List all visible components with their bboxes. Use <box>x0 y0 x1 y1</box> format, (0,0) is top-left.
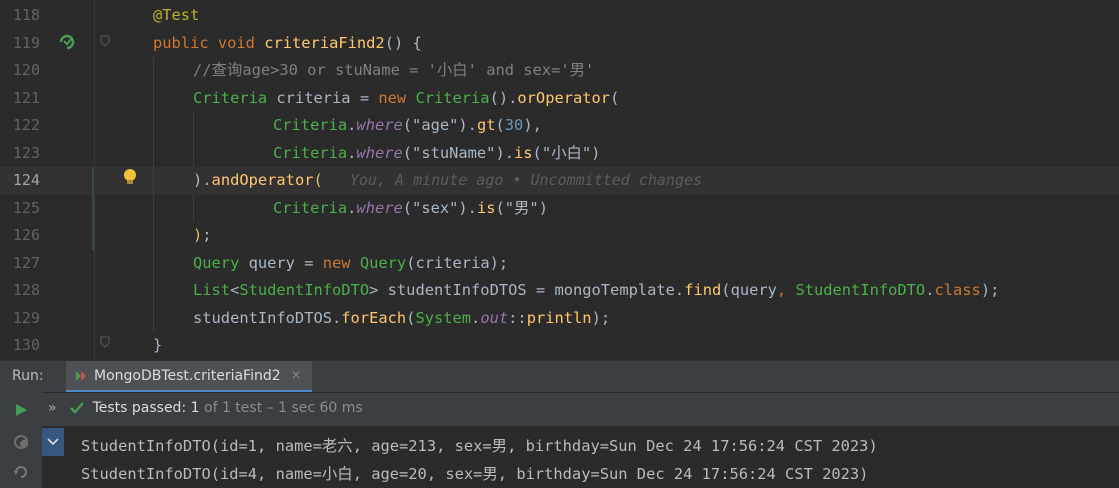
code-line[interactable]: 123 Criteria.where("stuName").is("小白") <box>0 140 1119 168</box>
code-text: Criteria.where("age").gt(30), <box>273 116 542 134</box>
line-number: 125 <box>12 198 40 217</box>
line-number: 129 <box>12 308 40 327</box>
line-number: 124 <box>12 171 40 189</box>
code-text: @Test <box>153 6 200 24</box>
code-line[interactable]: 130} <box>0 332 1119 360</box>
code-text: ).andOperator( You, A minute ago • Uncom… <box>193 171 703 189</box>
code-text: Criteria.where("stuName").is("小白") <box>273 143 601 162</box>
close-tab-icon[interactable]: × <box>291 368 302 383</box>
code-text: public void criteriaFind2() { <box>153 33 422 52</box>
code-text: ); <box>193 226 212 244</box>
line-number: 120 <box>12 61 40 79</box>
line-number: 128 <box>12 281 40 299</box>
fold-marker-icon[interactable] <box>100 35 110 47</box>
code-line[interactable]: 118 @Test <box>0 2 1119 30</box>
git-blame-inlay: You, A minute ago • Uncommitted changes <box>322 171 703 189</box>
code-text: studentInfoDTOS.forEach(System.out::prin… <box>193 308 611 327</box>
run-side-toolbar <box>0 392 42 488</box>
indent-guide <box>193 112 194 167</box>
line-number: 122 <box>12 116 40 134</box>
code-editor[interactable]: 118 @Test 119 public void criteriaFind2() {… <box>0 0 1119 360</box>
rerun-failed-icon[interactable] <box>11 432 31 452</box>
code-line[interactable]: 119 public void criteriaFind2() { <box>0 30 1119 58</box>
fold-marker-icon[interactable] <box>100 336 110 348</box>
line-number: 130 <box>12 336 40 354</box>
line-number: 127 <box>12 253 40 272</box>
tests-detail: of 1 test – 1 sec 60 ms <box>204 400 363 416</box>
line-number: 118 <box>12 6 40 24</box>
code-line[interactable]: 129 studentInfoDTOS.forEach(System.out::p… <box>0 305 1119 333</box>
code-text: //查询age>30 or stuName = '小白' and sex='男' <box>193 61 595 79</box>
code-text: Criteria criteria = new Criteria().orOpe… <box>193 88 620 107</box>
run-tab-label: MongoDBTest.criteriaFind2 <box>94 367 281 384</box>
code-line[interactable]: 124 ).andOperator( You, A minute ago • Un… <box>0 167 1119 195</box>
code-line[interactable]: 127 Query query = new Query(criteria); <box>0 250 1119 278</box>
code-text: Query query = new Query(criteria); <box>193 253 509 272</box>
code-line[interactable]: 122 Criteria.where("age").gt(30), <box>0 112 1119 140</box>
line-number: 121 <box>12 88 40 107</box>
code-line[interactable]: 126); <box>0 222 1119 250</box>
tests-count: 1 <box>190 400 200 416</box>
code-line[interactable]: 121 Criteria criteria = new Criteria().or… <box>0 85 1119 113</box>
run-test-gutter-icon[interactable] <box>56 31 78 53</box>
test-status-line: » Tests passed: 1 of 1 test – 1 sec 60 m… <box>48 400 363 416</box>
line-number: 119 <box>12 33 40 52</box>
run-tab-bar: Run: MongoDBTest.criteriaFind2 × <box>0 360 1119 393</box>
test-tree-toggle[interactable] <box>42 428 64 456</box>
code-line[interactable]: 128 List<StudentInfoDTO> studentInfoDTOS … <box>0 277 1119 305</box>
lightbulb-icon[interactable] <box>121 167 139 187</box>
check-icon <box>69 400 85 416</box>
code-line[interactable]: 125 Criteria.where("sex").is("男") <box>0 195 1119 223</box>
chevron-down-icon <box>47 438 59 446</box>
expand-icon[interactable]: » <box>48 400 57 416</box>
console-line: StudentInfoDTO(id=4, name=小白, age=20, se… <box>81 465 869 483</box>
console-output[interactable]: StudentInfoDTO(id=1, name=老六, age=213, s… <box>42 426 1119 488</box>
toggle-auto-test-icon[interactable] <box>11 462 31 482</box>
line-number: 126 <box>12 226 40 244</box>
console-line: StudentInfoDTO(id=1, name=老六, age=213, s… <box>81 437 878 455</box>
code-text: List<StudentInfoDTO> studentInfoDTOS = m… <box>193 281 1000 299</box>
line-number: 123 <box>12 143 40 162</box>
run-label: Run: <box>12 368 44 384</box>
tests-passed-label: Tests passed: <box>92 400 187 416</box>
vcs-change-marker[interactable] <box>92 167 94 250</box>
rerun-icon[interactable] <box>11 400 31 420</box>
code-text: Criteria.where("sex").is("男") <box>273 198 548 217</box>
indent-guide <box>153 57 154 332</box>
code-text: } <box>153 336 163 354</box>
run-config-icon <box>74 369 88 383</box>
run-config-tab[interactable]: MongoDBTest.criteriaFind2 × <box>66 361 312 393</box>
code-line[interactable]: 120 //查询age>30 or stuName = '小白' and sex=… <box>0 57 1119 85</box>
indent-guide <box>193 194 194 222</box>
